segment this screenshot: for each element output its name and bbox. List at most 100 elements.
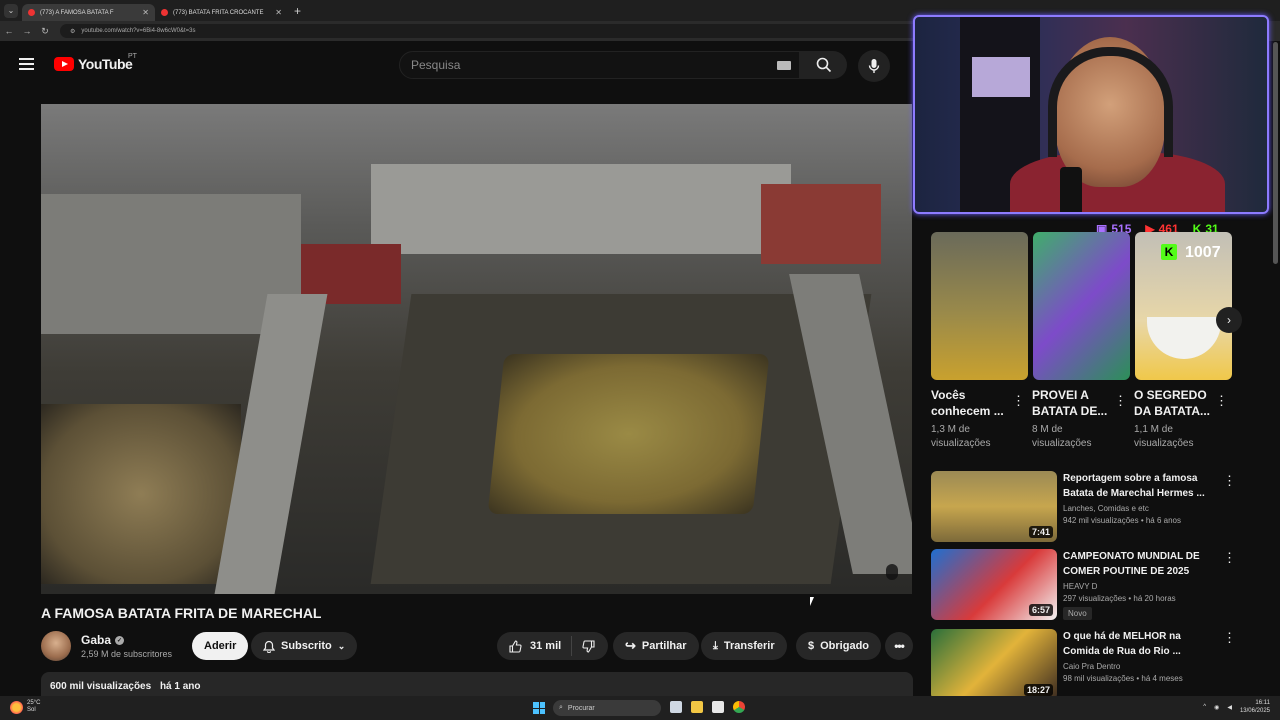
recommendation-item[interactable]: 18:27 O que há de MELHOR na Comida de Ru… (931, 629, 1213, 700)
task-view-icon[interactable] (670, 701, 682, 713)
volume-icon[interactable]: ◀ (1227, 704, 1232, 711)
browser-tab-1[interactable]: (773) A FAMOSA BATATA F ✕ (22, 4, 155, 21)
network-icon[interactable]: ◉ (1214, 704, 1219, 711)
more-vertical-icon[interactable]: ⋮ (1223, 474, 1236, 487)
download-button[interactable]: ⤓ Transferir (701, 632, 787, 660)
recommendation-thumbnail[interactable]: 7:41 (931, 471, 1057, 542)
tab-title: (773) BATATA FRITA CROCANTE (173, 9, 264, 16)
recommendation-thumbnail[interactable]: 18:27 (931, 629, 1057, 700)
chrome-icon[interactable] (733, 701, 745, 713)
total-viewer-count: 1007 (1185, 244, 1221, 261)
more-vertical-icon[interactable]: ⋮ (1223, 631, 1236, 644)
streamer-microphone (1060, 167, 1082, 212)
voice-search-button[interactable] (858, 50, 890, 82)
back-icon[interactable]: ← (0, 26, 18, 36)
video-duration: 7:41 (1028, 526, 1053, 538)
more-vertical-icon[interactable]: ⋮ (1215, 394, 1228, 407)
channel-row: Gaba ✓ 2,59 M de subscritores (41, 631, 172, 661)
chevron-up-icon[interactable]: ^ (1203, 704, 1206, 710)
recommendation-title[interactable]: Reportagem sobre a famosa Batata de Mare… (1063, 471, 1213, 501)
recommendation-item[interactable]: 7:41 Reportagem sobre a famosa Batata de… (931, 471, 1213, 542)
more-vertical-icon[interactable]: ⋮ (1012, 394, 1025, 407)
frying-oil-left (41, 404, 241, 584)
recommendation-channel[interactable]: Caio Pra Dentro (1063, 662, 1213, 671)
shorts-next-button[interactable]: › (1216, 307, 1242, 333)
fryer-hood (371, 164, 791, 254)
short-views: 8 M de visualizações (1032, 424, 1092, 449)
verified-icon: ✓ (115, 635, 125, 645)
video-player[interactable] (41, 104, 912, 594)
recommendation-info: CAMPEONATO MUNDIAL DE COMER POUTINE DE 2… (1063, 549, 1213, 621)
channel-name[interactable]: Gaba (81, 633, 111, 647)
short-title[interactable]: Vocês conhecem ... (931, 387, 1011, 419)
search-placeholder: Pesquisa (411, 58, 461, 72)
description-box[interactable]: 600 mil visualizações há 1 ano (41, 672, 913, 696)
start-button-windows-icon[interactable] (533, 702, 545, 714)
subscribe-button[interactable]: Subscrito ⌄ (251, 632, 358, 660)
view-count: 600 mil visualizações (50, 681, 152, 692)
thanks-label: Obrigado (820, 640, 870, 652)
close-tab-icon[interactable]: ✕ (142, 8, 149, 17)
search-input[interactable]: Pesquisa (399, 51, 800, 79)
more-actions-button[interactable]: ••• (885, 632, 913, 660)
recommendation-channel[interactable]: Lanches, Comidas e etc (1063, 504, 1213, 513)
short-thumbnail[interactable] (1033, 232, 1130, 380)
like-button[interactable]: 31 mil (509, 639, 562, 653)
clock[interactable]: 16:11 13/06/2025 (1240, 699, 1270, 715)
subscriber-count: 2,59 M de subscritores (81, 649, 173, 659)
system-tray: ^ ◉ ◀ 16:11 13/06/2025 (1203, 699, 1270, 715)
page-scrollbar[interactable] (1273, 42, 1278, 264)
thanks-button[interactable]: $ Obrigado (796, 632, 882, 660)
search-icon: ⌕ (559, 704, 563, 711)
menu-icon[interactable] (19, 58, 34, 70)
youtube-favicon-icon (161, 9, 168, 16)
weather-icon (10, 700, 23, 714)
url-field[interactable]: ⚙ youtube.com/watch?v=6Bi4-8w6cW0&t=3s (60, 24, 920, 38)
forward-icon[interactable]: → (18, 26, 36, 36)
download-label: Transferir (723, 640, 775, 652)
share-icon: ↪ (625, 638, 636, 653)
microphone-icon (868, 59, 880, 73)
short-thumbnail[interactable] (931, 232, 1028, 380)
recommendation-item[interactable]: 6:57 CAMPEONATO MUNDIAL DE COMER POUTINE… (931, 549, 1213, 621)
chips-bowl (1147, 317, 1221, 359)
player-corner-control[interactable] (886, 564, 898, 580)
thanks-icon: $ (808, 640, 815, 652)
recommendation-channel[interactable]: HEAVY D (1063, 582, 1213, 591)
close-tab-icon[interactable]: ✕ (275, 8, 282, 17)
more-vertical-icon[interactable]: ⋮ (1223, 551, 1236, 564)
share-button[interactable]: ↪ Partilhar (613, 632, 699, 660)
short-title[interactable]: O SEGREDO DA BATATA... (1134, 387, 1214, 419)
new-tab-button[interactable]: + (294, 4, 301, 18)
url-text: youtube.com/watch?v=6Bi4-8w6cW0&t=3s (81, 28, 196, 34)
browser-tab-2[interactable]: (773) BATATA FRITA CROCANTE ✕ (155, 4, 288, 21)
join-button[interactable]: Aderir (192, 632, 249, 660)
more-vertical-icon[interactable]: ⋮ (1114, 394, 1127, 407)
reload-icon[interactable]: ↻ (36, 26, 54, 37)
red-panel (761, 184, 881, 264)
mouse-cursor-icon (810, 597, 814, 606)
youtube-header: YouTube PT Pesquisa (0, 41, 915, 89)
keyboard-icon[interactable] (777, 61, 791, 70)
weather-widget[interactable]: 25°C Sol (10, 700, 40, 714)
logo-text: YouTube (78, 56, 133, 72)
tab-list-button[interactable]: ⌄ (4, 3, 18, 18)
channel-avatar[interactable] (41, 631, 71, 661)
recommendation-info: O que há de MELHOR na Comida de Rua do R… (1063, 629, 1213, 700)
search-button[interactable] (800, 51, 847, 79)
thumbs-down-icon[interactable] (582, 639, 595, 653)
recommendation-title[interactable]: O que há de MELHOR na Comida de Rua do R… (1063, 629, 1213, 659)
download-icon: ⤓ (713, 639, 718, 652)
recommendation-thumbnail[interactable]: 6:57 (931, 549, 1057, 620)
short-title[interactable]: PROVEI A BATATA DE... (1032, 387, 1112, 419)
recommendation-title[interactable]: CAMPEONATO MUNDIAL DE COMER POUTINE DE 2… (1063, 549, 1213, 579)
site-info-icon[interactable]: ⚙ (70, 28, 75, 35)
subscribe-label: Subscrito (281, 640, 332, 652)
headphones (1048, 47, 1173, 157)
store-icon[interactable] (712, 701, 724, 713)
file-explorer-icon[interactable] (691, 701, 703, 713)
taskbar-search-input[interactable]: ⌕ Procurar (553, 700, 661, 716)
like-count: 31 mil (530, 640, 562, 652)
youtube-logo[interactable]: YouTube PT (54, 53, 137, 72)
webcam-overlay (913, 15, 1269, 214)
